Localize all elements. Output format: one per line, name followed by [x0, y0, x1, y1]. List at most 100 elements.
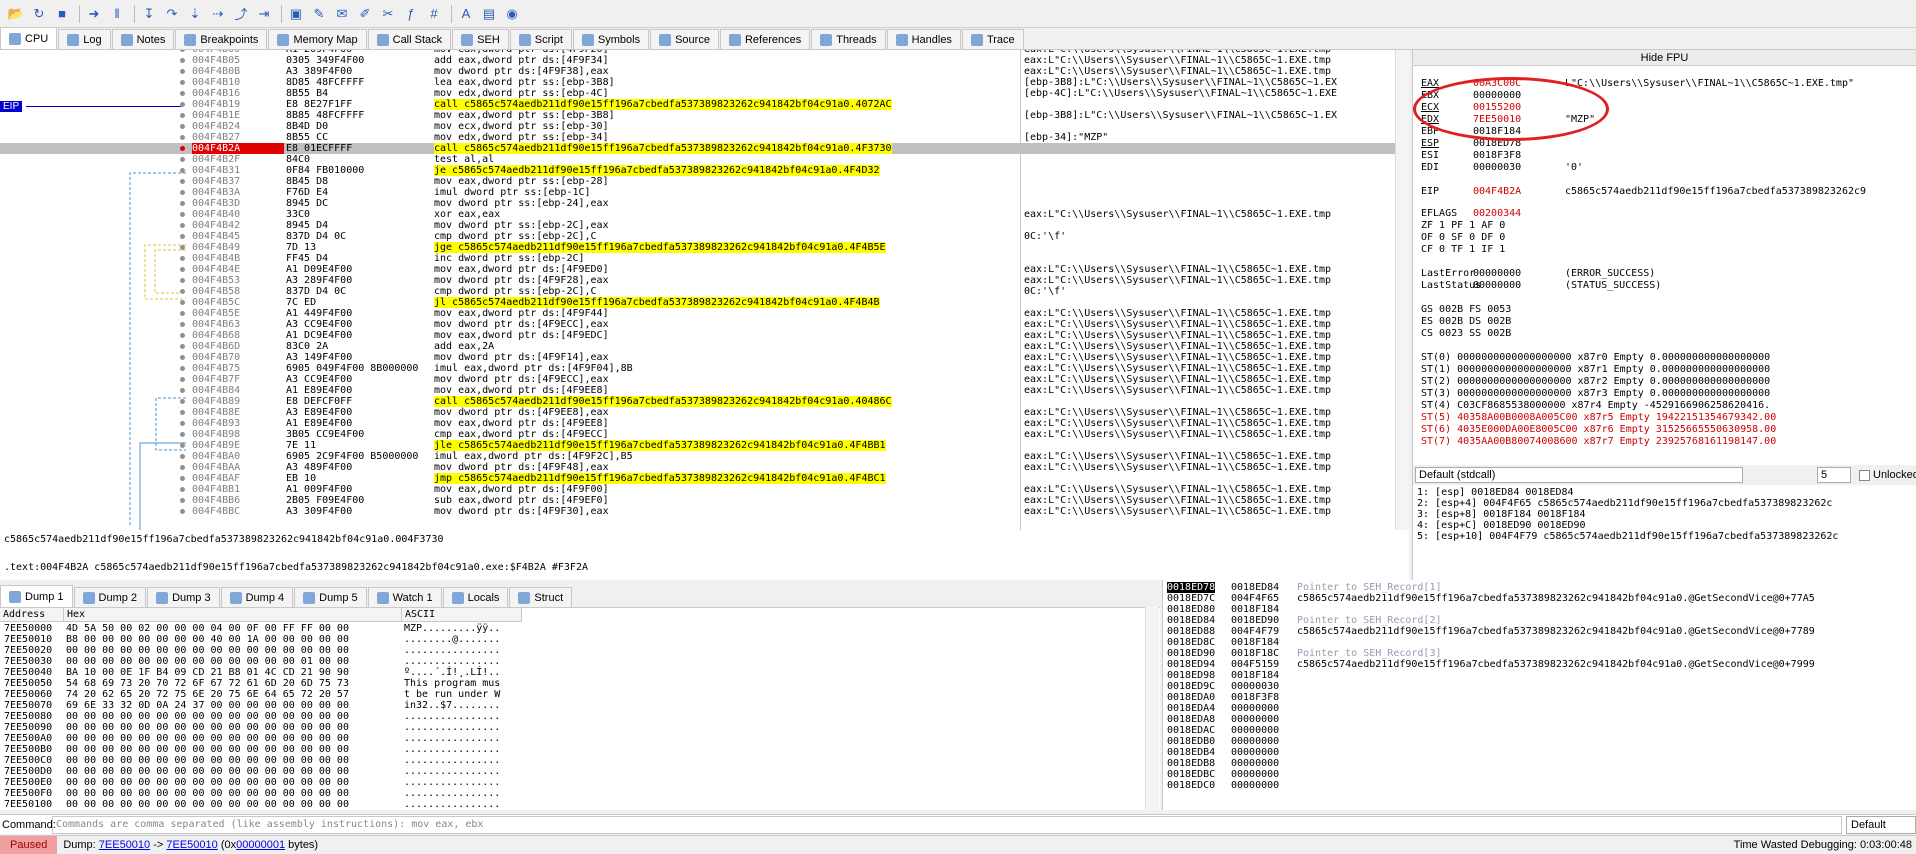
disasm-row[interactable]: 004F4B4E A1 D09E4F00 mov eax,dword ptr ds:…: [0, 264, 1395, 275]
disasm-row[interactable]: 004F4B05 0305 349F4F00 add eax,dword ptr d…: [0, 55, 1395, 66]
disasm-row[interactable]: 004F4B93 A1 E89E4F00 mov eax,dword ptr ds:…: [0, 418, 1395, 429]
disasm-row[interactable]: 004F4B49 7D 13 jge c5865c574aedb211df90e15…: [0, 242, 1395, 253]
disasm-row[interactable]: 004F4B68 A1 DC9E4F00 mov eax,dword ptr ds:…: [0, 330, 1395, 341]
stack-row[interactable]: 0018ED9C 00000030: [1163, 681, 1916, 692]
dump-row[interactable]: 7EE50050 54 68 69 73 20 70 72 6F 67 72 61…: [0, 678, 1140, 689]
disasm-row[interactable]: 004F4B10 8D85 48FCFFFF lea eax,dword ptr s…: [0, 77, 1395, 88]
dump-row[interactable]: 7EE500C0 00 00 00 00 00 00 00 00 00 00 00…: [0, 755, 1140, 766]
tab-references[interactable]: References: [719, 29, 811, 49]
label-icon[interactable]: ✐: [355, 4, 375, 24]
disassembly-scrollbar[interactable]: [1395, 50, 1409, 530]
tab-cpu[interactable]: CPU: [0, 27, 58, 49]
disasm-row[interactable]: 004F4B3D 8945 DC mov dword ptr ss:[ebp-24]…: [0, 198, 1395, 209]
breakpoint-dot[interactable]: [180, 223, 185, 228]
patch-icon[interactable]: ✎: [309, 4, 329, 24]
dump-row[interactable]: 7EE500B0 00 00 00 00 00 00 00 00 00 00 00…: [0, 744, 1140, 755]
stack-row[interactable]: 0018ED84 0018ED90 Pointer to SEH_Record[2]: [1163, 615, 1916, 626]
disasm-row[interactable]: 004F4B53 A3 289F4F00 mov dword ptr ds:[4F9…: [0, 275, 1395, 286]
breakpoint-dot[interactable]: [180, 135, 185, 140]
breakpoint-dot[interactable]: [180, 157, 185, 162]
tab-source[interactable]: Source: [650, 29, 719, 49]
disasm-row[interactable]: 004F4BAA A3 489F4F00 mov dword ptr ds:[4F9…: [0, 462, 1395, 473]
breakpoint-dot[interactable]: [180, 399, 185, 404]
breakpoint-dot[interactable]: [180, 50, 185, 52]
disasm-row[interactable]: 004F4B84 A1 E89E4F00 mov eax,dword ptr ds:…: [0, 385, 1395, 396]
disassembly-view[interactable]: 004F4B00A1 209F4F00mov eax,dword ptr ds:…: [0, 50, 1395, 530]
register-row[interactable]: ESI 0018F3F8: [1421, 150, 1565, 161]
run-to-user-code-icon[interactable]: ⇥: [254, 4, 274, 24]
tab-watch-1[interactable]: Watch 1: [367, 587, 442, 607]
tab-notes[interactable]: Notes: [111, 29, 175, 49]
disasm-row[interactable]: 004F4B5E A1 449F4F00 mov eax,dword ptr ds:…: [0, 308, 1395, 319]
tab-memory-map[interactable]: Memory Map: [268, 29, 367, 49]
hide-fpu-button[interactable]: Hide FPU: [1413, 50, 1916, 66]
dump-to-link[interactable]: 7EE50010: [166, 839, 217, 851]
tab-threads[interactable]: Threads: [811, 29, 886, 49]
breakpoint-dot[interactable]: [180, 300, 185, 305]
breakpoint-dot[interactable]: [180, 498, 185, 503]
trace-into-icon[interactable]: ⇣: [185, 4, 205, 24]
stack-arg-row[interactable]: 1: [esp] 0018ED84 0018ED84: [1413, 487, 1916, 498]
disasm-row[interactable]: 004F4B98 3B05 CC9E4F00 cmp eax,dword ptr d…: [0, 429, 1395, 440]
tab-symbols[interactable]: Symbols: [572, 29, 650, 49]
tab-breakpoints[interactable]: Breakpoints: [175, 29, 268, 49]
tab-trace[interactable]: Trace: [961, 29, 1024, 49]
stack-row[interactable]: 0018EDB8 00000000: [1163, 758, 1916, 769]
tab-log[interactable]: Log: [58, 29, 111, 49]
breakpoint-dot[interactable]: [180, 421, 185, 426]
disasm-row[interactable]: 004F4B9E 7E 11 jle c5865c574aedb211df90e15…: [0, 440, 1395, 451]
disasm-row[interactable]: 004F4B31 0F84 FB010000 je c5865c574aedb211…: [0, 165, 1395, 176]
step-over-icon[interactable]: ↷: [162, 4, 182, 24]
register-row[interactable]: ES 002B DS 002B: [1421, 316, 1511, 327]
breakpoint-dot[interactable]: [180, 432, 185, 437]
disasm-row[interactable]: 004F4B89 E8 DEFCF0FF call c5865c574aedb211…: [0, 396, 1395, 407]
register-row[interactable]: ST(5) 40358A00B0008A005C00 x87r5 Empty 1…: [1421, 412, 1776, 423]
dump-row[interactable]: 7EE50020 00 00 00 00 00 00 00 00 00 00 00…: [0, 645, 1140, 656]
restart-icon[interactable]: ↻: [29, 4, 49, 24]
comment-icon[interactable]: ✉: [332, 4, 352, 24]
animate-icon[interactable]: ▣: [286, 4, 306, 24]
register-row[interactable]: EDI 00000030 '0': [1421, 162, 1583, 173]
stack-row[interactable]: 0018ED7C 004F4F65 c5865c574aedb211df90e15f…: [1163, 593, 1916, 604]
disasm-row[interactable]: 004F4B58 837D D4 0C cmp dword ptr ss:[ebp-…: [0, 286, 1395, 297]
stack-arg-row[interactable]: 2: [esp+4] 004F4F65 c5865c574aedb211df90…: [1413, 498, 1916, 509]
breakpoint-dot[interactable]: [180, 201, 185, 206]
register-row[interactable]: CF 0 TF 1 IF 1: [1421, 244, 1505, 255]
breakpoint-dot[interactable]: [180, 289, 185, 294]
breakpoint-dot[interactable]: [180, 168, 185, 173]
tab-handles[interactable]: Handles: [886, 29, 961, 49]
disasm-row[interactable]: 004F4B42 8945 D4 mov dword ptr ss:[ebp-2C]…: [0, 220, 1395, 231]
disasm-row[interactable]: 004F4B70 A3 149F4F00 mov dword ptr ds:[4F9…: [0, 352, 1395, 363]
breakpoint-dot[interactable]: [180, 146, 185, 151]
breakpoint-dot[interactable]: [180, 322, 185, 327]
tab-dump-2[interactable]: Dump 2: [73, 587, 147, 607]
dump-scrollbar[interactable]: [1145, 607, 1159, 810]
stack-row[interactable]: 0018EDA8 00000000: [1163, 714, 1916, 725]
breakpoint-dot[interactable]: [180, 454, 185, 459]
breakpoint-dot[interactable]: [180, 465, 185, 470]
disasm-row[interactable]: 004F4B0B A3 389F4F00 mov dword ptr ds:[4F9…: [0, 66, 1395, 77]
disasm-row[interactable]: 004F4B19 E8 8E27F1FF call c5865c574aedb211…: [0, 99, 1395, 110]
breakpoint-dot[interactable]: [180, 190, 185, 195]
register-row[interactable]: ST(2) 0000000000000000000 x87r2 Empty 0.…: [1421, 376, 1770, 387]
hex-dump-view[interactable]: Address Hex ASCII 7EE50000 4D 5A 50 00 02…: [0, 607, 1160, 810]
register-row[interactable]: LastStatus00000000 (STATUS_SUCCESS): [1421, 280, 1661, 291]
dump-row[interactable]: 7EE500D0 00 00 00 00 00 00 00 00 00 00 00…: [0, 766, 1140, 777]
dump-row[interactable]: 7EE50090 00 00 00 00 00 00 00 00 00 00 00…: [0, 722, 1140, 733]
register-row[interactable]: ST(6) 4035E000DA00E8005C00 x87r6 Empty 3…: [1421, 424, 1776, 435]
disasm-row[interactable]: 004F4B45 837D D4 0C cmp dword ptr ss:[ebp-…: [0, 231, 1395, 242]
close-icon[interactable]: ■: [52, 4, 72, 24]
dump-row[interactable]: 7EE50000 4D 5A 50 00 02 00 00 00 04 00 0F…: [0, 623, 1140, 634]
tab-dump-5[interactable]: Dump 5: [294, 587, 367, 607]
disasm-row[interactable]: 004F4B6D 83C0 2A add eax,2A eax:L"C:\\Users…: [0, 341, 1395, 352]
breakpoint-dot[interactable]: [180, 344, 185, 349]
tab-dump-1[interactable]: Dump 1: [0, 585, 73, 607]
stack-row[interactable]: 0018ED8C 0018F184: [1163, 637, 1916, 648]
disasm-row[interactable]: 004F4B37 8B45 D8 mov eax,dword ptr ss:[ebp…: [0, 176, 1395, 187]
execute-till-return-icon[interactable]: ⤴: [231, 4, 251, 24]
disasm-row[interactable]: 004F4B1E 8B85 48FCFFFF mov eax,dword ptr s…: [0, 110, 1395, 121]
dump-from-link[interactable]: 7EE50010: [99, 839, 150, 851]
tab-script[interactable]: Script: [509, 29, 572, 49]
register-row[interactable]: ST(1) 0000000000000000000 x87r1 Empty 0.…: [1421, 364, 1770, 375]
breakpoint-dot[interactable]: [180, 58, 185, 63]
